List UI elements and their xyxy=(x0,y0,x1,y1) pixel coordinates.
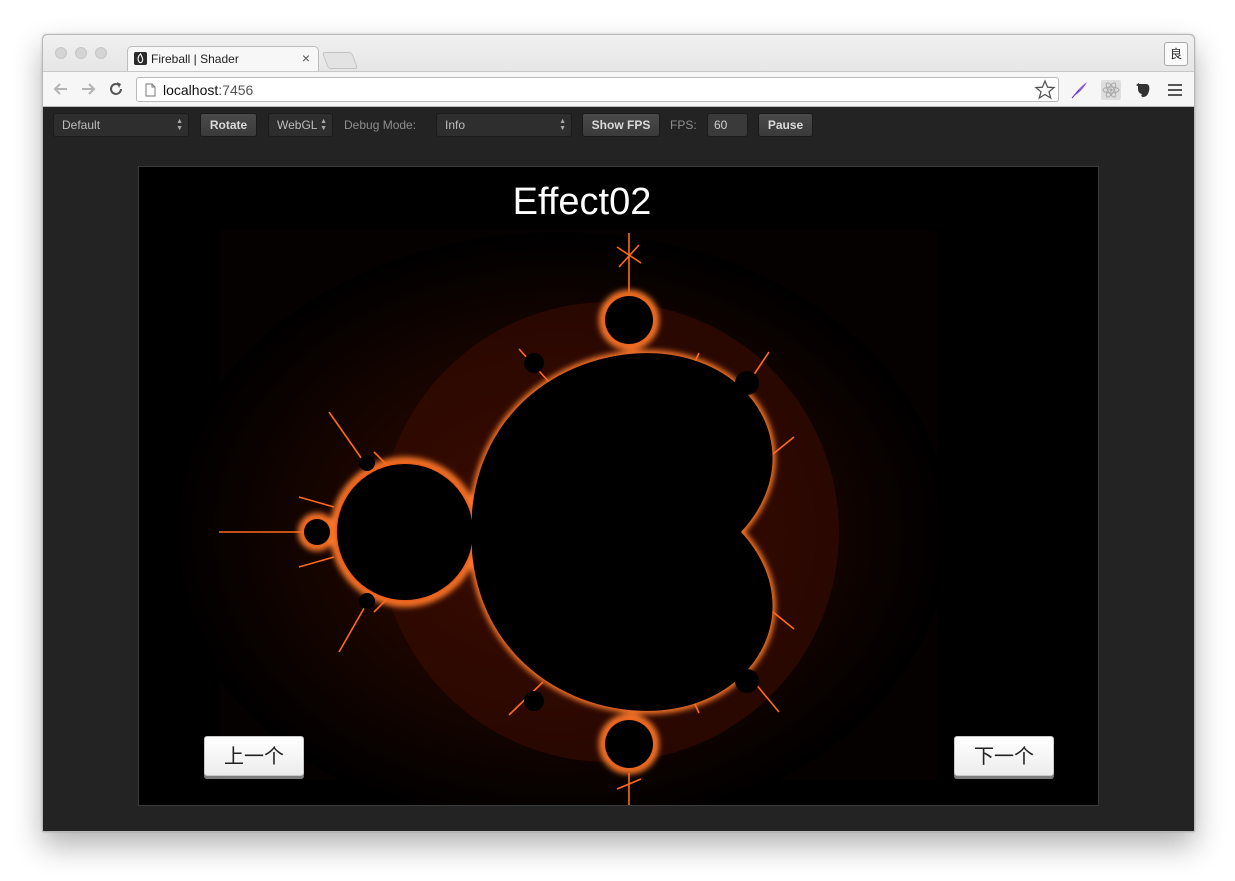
minimize-window-button[interactable] xyxy=(75,47,87,59)
scene-title: Effect02 xyxy=(512,181,652,223)
forward-arrow-icon[interactable] xyxy=(78,79,98,99)
show-fps-button[interactable]: Show FPS xyxy=(582,113,660,137)
page-content: Default ▲ ▼ Rotate WebGL ▲ ▼ Debug Mode: I… xyxy=(43,107,1194,831)
tab-title: Fireball | Shader xyxy=(151,52,239,66)
next-button[interactable]: 下一个 xyxy=(954,736,1054,776)
new-tab-button[interactable] xyxy=(321,52,359,69)
page-icon xyxy=(145,83,156,97)
debug-mode-select-value: Info xyxy=(445,118,466,132)
fireball-favicon-icon xyxy=(134,52,147,65)
back-arrow-icon[interactable] xyxy=(51,79,71,99)
previous-button[interactable]: 上一个 xyxy=(204,736,304,776)
tab-close-icon[interactable]: × xyxy=(302,50,310,66)
browser-toolbar: localhost:7456 xyxy=(43,71,1194,107)
address-bar[interactable]: localhost:7456 xyxy=(136,77,1059,102)
pause-button[interactable]: Pause xyxy=(758,113,813,137)
fps-label: FPS: xyxy=(670,118,697,132)
renderer-select[interactable]: WebGL ▲ ▼ xyxy=(268,113,333,137)
feather-extension-icon[interactable] xyxy=(1069,80,1089,100)
renderer-select-value: WebGL xyxy=(277,118,318,132)
tab-active[interactable]: Fireball | Shader × xyxy=(127,46,319,71)
scene-select-value: Default xyxy=(62,118,101,132)
reload-icon[interactable] xyxy=(106,79,126,99)
debug-mode-label: Debug Mode: xyxy=(344,118,417,132)
select-arrows-icon: ▲ ▼ xyxy=(559,118,566,132)
select-arrows-icon: ▲ ▼ xyxy=(176,118,183,132)
url-text: localhost:7456 xyxy=(163,82,253,98)
browser-window: Fireball | Shader × 良 localhost:7456 Def… xyxy=(42,34,1195,832)
close-window-button[interactable] xyxy=(55,47,67,59)
react-devtools-icon[interactable] xyxy=(1101,80,1121,100)
mandelbrot-fractal xyxy=(169,230,949,805)
zoom-window-button[interactable] xyxy=(95,47,107,59)
select-arrows-icon: ▲ ▼ xyxy=(320,118,327,132)
tab-strip: Fireball | Shader × 良 xyxy=(43,35,1194,71)
scene-select[interactable]: Default ▲ ▼ xyxy=(53,113,189,137)
game-canvas[interactable]: Effect02 上一个 下一个 xyxy=(138,166,1099,806)
evernote-icon[interactable] xyxy=(1133,80,1153,100)
debug-mode-select[interactable]: Info ▲ ▼ xyxy=(436,113,572,137)
rotate-button[interactable]: Rotate xyxy=(200,113,257,137)
bookmark-star-icon[interactable] xyxy=(1034,79,1056,101)
menu-hamburger-icon[interactable] xyxy=(1165,80,1185,100)
profile-button[interactable]: 良 xyxy=(1164,42,1188,66)
fps-input[interactable]: 60 xyxy=(707,113,748,137)
url-host: localhost xyxy=(163,82,219,98)
url-port: :7456 xyxy=(218,82,254,98)
